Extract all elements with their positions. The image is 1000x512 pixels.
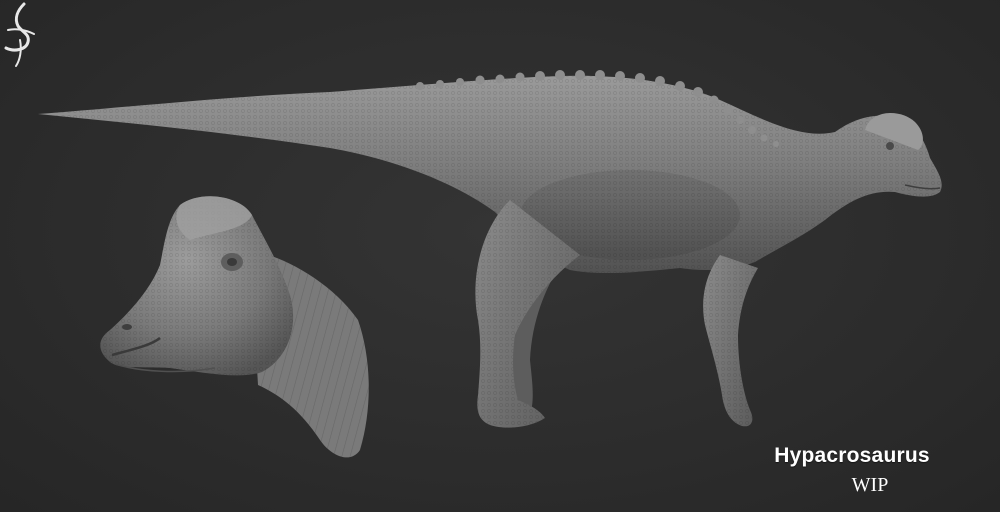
- caption: Hypacrosaurus WIP: [762, 443, 942, 497]
- dinosaur-head-closeup: [100, 196, 369, 458]
- sculpt-render: Hypacrosaurus WIP: [0, 0, 1000, 512]
- sculpt-artwork: [38, 70, 942, 458]
- body-eye: [886, 142, 894, 150]
- artist-logo-icon: [4, 2, 35, 67]
- caption-title: Hypacrosaurus: [774, 444, 930, 467]
- head-nostril: [122, 324, 132, 330]
- caption-subtitle: WIP: [851, 474, 889, 496]
